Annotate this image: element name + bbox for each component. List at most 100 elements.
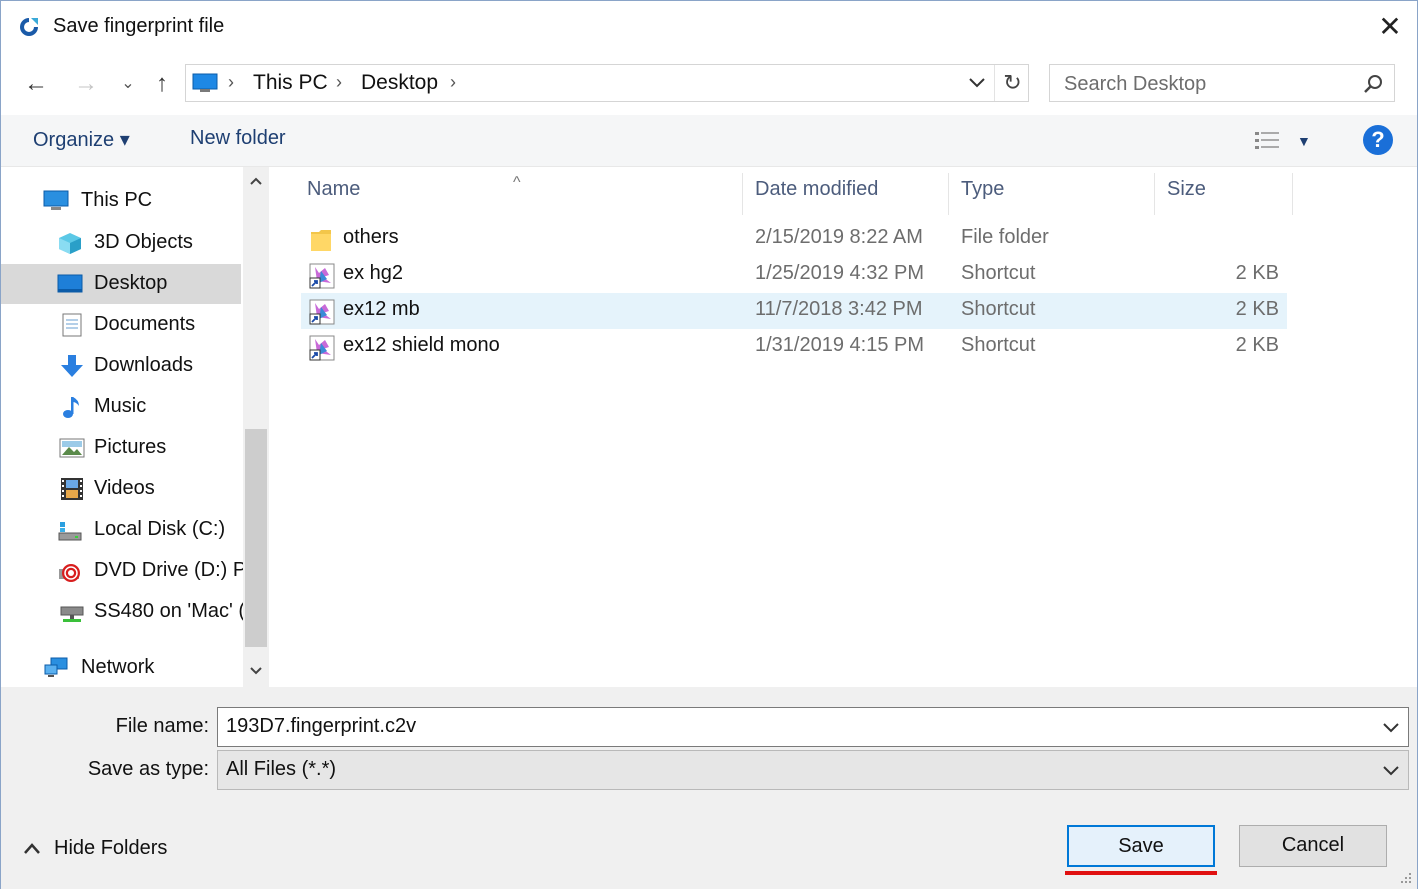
file-name-label: File name: <box>115 715 209 737</box>
file-date-modified: 1/31/2019 4:15 PM <box>755 334 925 356</box>
organize-menu-button[interactable]: Organize ▾ <box>33 127 130 152</box>
file-name-field[interactable] <box>226 715 1366 738</box>
column-header-type[interactable]: Type <box>949 173 1155 215</box>
network-drive-icon <box>60 606 84 622</box>
forward-button[interactable]: → <box>71 67 101 101</box>
file-name: ex hg2 <box>343 262 404 284</box>
command-bar: Organize ▾ New folder ▼ ? <box>1 115 1417 167</box>
sidebar-scrollbar[interactable] <box>243 167 269 687</box>
sidebar-item-documents[interactable]: Documents <box>1 305 241 345</box>
sidebar-item-label: This PC <box>81 189 153 211</box>
sidebar-item-videos[interactable]: Videos <box>1 469 241 509</box>
chevron-down-icon <box>250 667 262 675</box>
column-label: Name <box>307 178 361 200</box>
column-header-date-modified[interactable]: Date modified <box>743 173 949 215</box>
cancel-button[interactable]: Cancel <box>1239 825 1387 867</box>
up-button[interactable]: ↑ <box>147 67 177 101</box>
sidebar-item-pictures[interactable]: Pictures <box>1 428 241 468</box>
sidebar-item-dvd-drive[interactable]: DVD Drive (D:) P. <box>1 551 249 591</box>
view-details-icon[interactable] <box>1253 129 1283 153</box>
file-name: ex12 mb <box>343 298 420 320</box>
breadcrumb-this-pc[interactable]: This PC <box>253 71 328 95</box>
file-date-modified: 2/15/2019 8:22 AM <box>755 226 923 248</box>
file-list: Name ^ Date modified Type Size others 2/… <box>271 167 1417 687</box>
breadcrumb-separator[interactable]: › <box>450 72 456 93</box>
file-name: others <box>343 226 399 248</box>
sidebar-item-label: 3D Objects <box>94 231 193 253</box>
back-button[interactable]: ← <box>21 67 51 101</box>
cube-icon <box>59 233 81 254</box>
dvd-icon <box>59 564 80 582</box>
sidebar-item-label: DVD Drive (D:) P. <box>94 559 250 581</box>
music-note-icon <box>63 397 79 418</box>
search-input[interactable] <box>1064 71 1354 97</box>
save-button[interactable]: Save <box>1067 825 1215 867</box>
title-bar: Save fingerprint file ✕ <box>1 1 1417 55</box>
file-date-modified: 11/7/2018 3:42 PM <box>755 298 923 320</box>
navigation-pane: This PC 3D Objects Desktop Documents Dow… <box>1 167 271 687</box>
hide-folders-label: Hide Folders <box>54 837 168 859</box>
navigation-bar: ← → ⌄ ↑ › This PC › Desktop › ↻ <box>1 57 1417 113</box>
sidebar-item-network-drive[interactable]: SS480 on 'Mac' ( <box>1 592 245 632</box>
scroll-up-button[interactable] <box>243 167 269 197</box>
file-size: 2 KB <box>1235 262 1279 284</box>
up-arrow-icon: ↑ <box>156 70 168 97</box>
help-icon[interactable]: ? <box>1363 125 1393 155</box>
app-logo-icon <box>20 18 38 36</box>
download-arrow-icon <box>61 355 83 377</box>
chevron-down-icon <box>969 78 985 88</box>
sidebar-item-label: Music <box>94 395 147 417</box>
address-history-dropdown[interactable] <box>964 69 990 97</box>
sidebar-item-local-disk[interactable]: Local Disk (C:) <box>1 510 241 550</box>
chevron-down-icon: ⌄ <box>121 75 135 92</box>
scroll-down-button[interactable] <box>243 657 269 687</box>
column-label: Date modified <box>755 178 879 200</box>
file-type: Shortcut <box>961 334 1036 356</box>
sidebar-item-downloads[interactable]: Downloads <box>1 346 241 386</box>
window-title: Save fingerprint file <box>53 15 225 37</box>
close-icon: ✕ <box>1378 11 1402 42</box>
file-row[interactable]: others 2/15/2019 8:22 AM File folder <box>301 221 1287 257</box>
file-type: File folder <box>961 226 1049 248</box>
search-icon <box>1364 75 1382 93</box>
sidebar-item-label: Downloads <box>94 354 193 376</box>
file-name: ex12 shield mono <box>343 334 500 356</box>
new-folder-button[interactable]: New folder <box>190 127 286 150</box>
close-button[interactable]: ✕ <box>1367 9 1413 47</box>
file-row[interactable]: ex12 mb 11/7/2018 3:42 PM Shortcut 2 KB <box>301 293 1287 329</box>
sidebar-item-network[interactable]: Network <box>1 648 241 688</box>
save-type-select[interactable]: All Files (*.*) <box>217 750 1409 790</box>
column-header-size[interactable]: Size <box>1155 173 1293 215</box>
file-name-combobox[interactable] <box>217 707 1409 747</box>
forward-arrow-icon: → <box>74 70 98 97</box>
sidebar-item-label: SS480 on 'Mac' ( <box>94 600 246 622</box>
film-icon <box>61 478 83 500</box>
sidebar-item-label: Videos <box>94 477 155 499</box>
file-row[interactable]: ex12 shield mono 1/31/2019 4:15 PM Short… <box>301 329 1287 365</box>
scrollbar-thumb[interactable] <box>245 429 267 647</box>
sidebar-item-this-pc[interactable]: This PC <box>1 181 241 221</box>
view-options-dropdown[interactable]: ▼ <box>1297 127 1311 155</box>
chevron-down-icon[interactable] <box>1380 716 1402 738</box>
network-icon <box>44 657 68 677</box>
sidebar-item-desktop[interactable]: Desktop <box>1 264 241 304</box>
shortcut-icon <box>309 263 335 289</box>
chevron-down-icon <box>1383 766 1399 776</box>
sidebar-item-music[interactable]: Music <box>1 387 241 427</box>
refresh-button[interactable]: ↻ <box>994 65 1030 101</box>
file-type: Shortcut <box>961 298 1036 320</box>
chevron-up-icon <box>24 843 40 854</box>
search-box[interactable] <box>1049 64 1395 102</box>
column-header-name[interactable]: Name ^ <box>301 173 743 215</box>
save-form: File name: Save as type: All Files (*.*)… <box>1 687 1417 889</box>
file-date-modified: 1/25/2019 4:32 PM <box>755 262 925 284</box>
sidebar-item-3d-objects[interactable]: 3D Objects <box>1 223 241 263</box>
breadcrumb-desktop[interactable]: Desktop <box>361 71 438 95</box>
address-bar[interactable]: › This PC › Desktop › ↻ <box>185 64 1029 102</box>
column-label: Type <box>961 178 1005 200</box>
resize-grip-icon[interactable] <box>1397 869 1413 885</box>
picture-icon <box>59 438 85 458</box>
sidebar-item-label: Local Disk (C:) <box>94 518 226 540</box>
file-row[interactable]: ex hg2 1/25/2019 4:32 PM Shortcut 2 KB <box>301 257 1287 293</box>
recent-locations-button[interactable]: ⌄ <box>113 67 143 101</box>
